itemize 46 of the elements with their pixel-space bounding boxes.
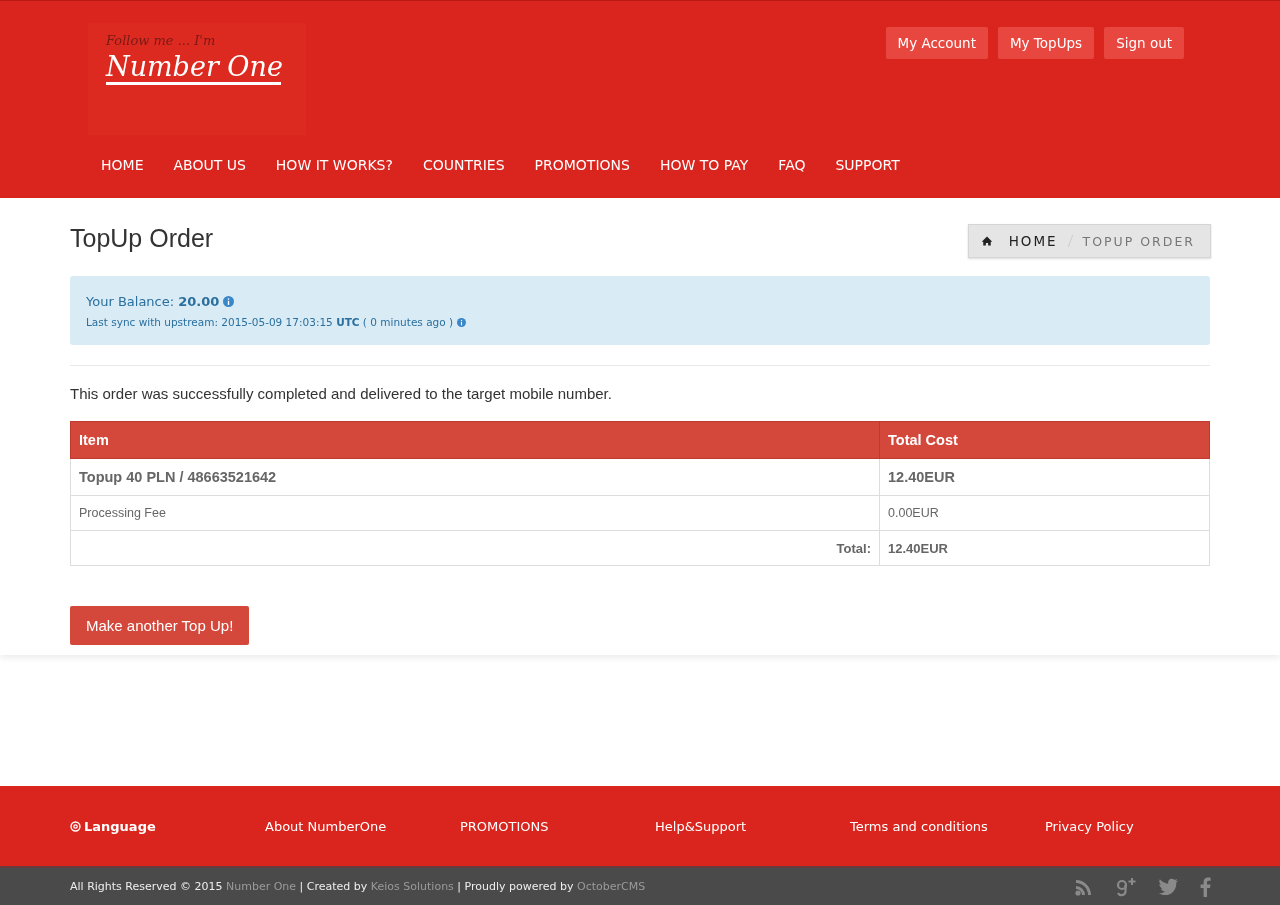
language-icon	[70, 820, 81, 832]
account-button[interactable]: My Account	[885, 27, 988, 59]
footer-credit-link[interactable]: OctoberCMS	[577, 880, 646, 893]
nav-link[interactable]: FAQ	[763, 151, 821, 185]
bird-icon[interactable]	[1157, 876, 1179, 897]
nav-link[interactable]: HOW TO PAY	[644, 151, 764, 185]
account-button[interactable]: My TopUps	[997, 27, 1095, 59]
footer-link[interactable]: Terms and conditions	[850, 818, 1045, 834]
footer-link[interactable]: Help&Support	[655, 818, 850, 834]
table-cell: 0.00EUR	[879, 495, 1210, 531]
column-header: Total Cost	[879, 421, 1210, 459]
info-icon	[223, 296, 235, 307]
logo[interactable]: Follow me ... I'm Number One	[88, 23, 306, 135]
status-message: This order was successfully completed and delivered to the target mobile number.	[70, 385, 613, 402]
table-cell: Total:	[70, 530, 880, 566]
breadcrumb-link[interactable]: TOPUP ORDER	[1082, 233, 1195, 249]
copyright-text: All Rights Reserved © 2015 Number One | Created by Keios Solutions | Proudly powered by OctoberCMS	[70, 880, 646, 893]
table-cell: 12.40EUR	[879, 530, 1210, 566]
table-cell: 12.40EUR	[879, 458, 1210, 496]
facebook-icon[interactable]	[1199, 876, 1211, 897]
footer-link[interactable]: About NumberOne	[265, 818, 460, 834]
logo-tagline: Follow me ... I'm	[106, 33, 217, 48]
nav-link[interactable]: HOW IT WORKS?	[260, 151, 408, 185]
google-plus-icon[interactable]	[1115, 876, 1137, 897]
breadcrumb-link[interactable]: HOME	[1008, 233, 1058, 249]
nav-link[interactable]: HOME	[86, 151, 159, 185]
account-button[interactable]: Sign out	[1104, 27, 1184, 59]
nav-link[interactable]: ABOUT US	[158, 151, 261, 185]
table-cell: Processing Fee	[70, 495, 880, 531]
footer-credit-link[interactable]: Number One	[226, 880, 297, 893]
footer-link[interactable]: Privacy Policy	[1045, 818, 1240, 834]
footer-credit-link[interactable]: Keios Solutions	[370, 880, 454, 893]
make-another-topup-button[interactable]: Make another Top Up!	[70, 606, 250, 645]
language-link[interactable]: Language	[70, 818, 265, 834]
balance-text: Your Balance: 20.00	[86, 294, 220, 309]
logo-wordmark: Number One	[106, 52, 281, 85]
nav-link[interactable]: SUPPORT	[820, 151, 915, 185]
sync-text: Last sync with upstream: 2015-05-09 17:03:15 UTC ( 0 minutes ago )	[86, 316, 454, 328]
home-icon	[980, 235, 993, 247]
page-title: TopUp Order	[70, 224, 214, 253]
table-cell: Topup 40 PLN / 48663521642	[70, 458, 880, 496]
nav-link[interactable]: PROMOTIONS	[519, 151, 645, 185]
info-icon	[457, 317, 467, 327]
footer-link[interactable]: PROMOTIONS	[460, 818, 655, 834]
nav-link[interactable]: COUNTRIES	[407, 151, 520, 185]
column-header: Item	[70, 421, 880, 459]
